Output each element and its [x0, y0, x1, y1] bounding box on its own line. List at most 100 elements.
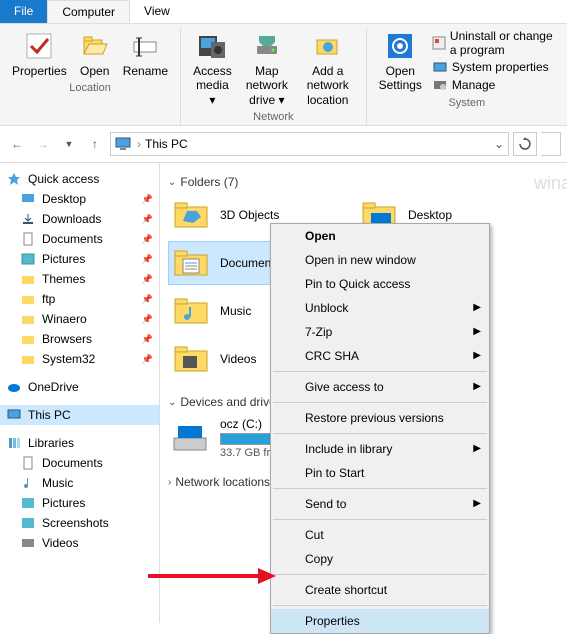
sidebar-lib-documents[interactable]: Documents [0, 453, 159, 473]
cloud-icon [6, 379, 22, 395]
ctx-crc-sha[interactable]: CRC SHA▶ [271, 344, 489, 368]
pic-icon [20, 515, 36, 531]
folder-icon [172, 293, 212, 329]
ctx-copy[interactable]: Copy [271, 547, 489, 571]
sidebar-item-desktop[interactable]: Desktop📌 [0, 189, 159, 209]
ctx-label: Open [305, 229, 336, 243]
sidebar-item-libraries[interactable]: Libraries [0, 433, 159, 453]
sidebar-item-quick-access[interactable]: Quick access [0, 169, 159, 189]
annotation-arrow [148, 566, 278, 586]
open-icon [79, 30, 111, 62]
chevron-right-icon: › [168, 477, 171, 488]
sidebar-lib-pictures[interactable]: Pictures [0, 493, 159, 513]
sb-label: ftp [42, 292, 55, 306]
up-button[interactable]: ↑ [84, 133, 106, 155]
sidebar-item-browsers[interactable]: Browsers📌 [0, 329, 159, 349]
address-bar: ← → ▼ ↑ › This PC ⌄ [0, 126, 567, 163]
add-location-button[interactable]: Add a network location [296, 28, 360, 109]
uninstall-label: Uninstall or change a program [450, 29, 557, 57]
qa-label: Quick access [28, 172, 99, 186]
sidebar-item-pictures[interactable]: Pictures📌 [0, 249, 159, 269]
sb-label: This PC [28, 408, 71, 422]
path-text: This PC [145, 137, 188, 151]
folder-label: Desktop [408, 208, 452, 222]
sb-label: Downloads [42, 212, 101, 226]
sidebar-lib-videos[interactable]: Videos [0, 533, 159, 553]
chevron-right-icon: ▶ [473, 326, 481, 337]
ctx-create-shortcut[interactable]: Create shortcut [271, 578, 489, 602]
ctx-give-access[interactable]: Give access to ▶ [271, 375, 489, 399]
ctx-include-library[interactable]: Include in library▶ [271, 437, 489, 461]
ctx-open[interactable]: Open [271, 224, 489, 248]
sidebar-item-themes[interactable]: Themes📌 [0, 269, 159, 289]
ctx-properties[interactable]: Properties [271, 609, 489, 633]
tab-file[interactable]: File [0, 0, 47, 23]
pc-icon [115, 136, 131, 152]
sidebar-item-onedrive[interactable]: OneDrive [0, 377, 159, 397]
uninstall-button[interactable]: Uninstall or change a program [428, 28, 561, 58]
group-label-location: Location [69, 82, 111, 94]
sidebar-lib-music[interactable]: Music [0, 473, 159, 493]
sb-label: System32 [42, 352, 95, 366]
separator [273, 488, 487, 489]
ribbon-group-system: Open Settings Uninstall or change a prog… [367, 28, 567, 125]
sb-label: OneDrive [28, 380, 79, 394]
ctx-cut[interactable]: Cut [271, 523, 489, 547]
ctx-pin-quick-access[interactable]: Pin to Quick access [271, 272, 489, 296]
sb-label: Videos [42, 536, 78, 550]
group-label-system: System [448, 97, 485, 109]
desktop-icon [20, 191, 36, 207]
ctx-7zip[interactable]: 7-Zip▶ [271, 320, 489, 344]
rename-button[interactable]: Rename [117, 28, 174, 80]
sidebar-item-this-pc[interactable]: This PC [0, 405, 159, 425]
ribbon-group-network: Access media ▾ Map network drive ▾ Add a… [181, 28, 367, 125]
pin-icon: 📌 [142, 274, 153, 285]
path-input[interactable]: › This PC ⌄ [110, 132, 509, 156]
folder-icon [172, 197, 212, 233]
sidebar-item-documents[interactable]: Documents📌 [0, 229, 159, 249]
map-drive-label: Map network drive ▾ [244, 64, 290, 107]
open-button[interactable]: Open [73, 28, 117, 80]
ctx-label: Give access to [305, 380, 384, 394]
forward-button[interactable]: → [32, 133, 54, 155]
folder-icon [172, 341, 212, 377]
chevron-right-icon: ▶ [473, 381, 481, 392]
map-drive-button[interactable]: Map network drive ▾ [238, 28, 296, 109]
ctx-label: Send to [305, 497, 346, 511]
folder-icon [20, 311, 36, 327]
sys-props-button[interactable]: System properties [428, 58, 561, 76]
ribbon-group-location: Properties Open Rename Location [0, 28, 181, 125]
manage-label: Manage [452, 78, 495, 92]
ctx-pin-start[interactable]: Pin to Start [271, 461, 489, 485]
tab-computer[interactable]: Computer [47, 0, 130, 23]
refresh-button[interactable] [513, 132, 537, 156]
recent-button[interactable]: ▼ [58, 133, 80, 155]
back-button[interactable]: ← [6, 133, 28, 155]
ctx-restore[interactable]: Restore previous versions [271, 406, 489, 430]
ctx-open-new-window[interactable]: Open in new window [271, 248, 489, 272]
search-input[interactable] [541, 132, 561, 156]
properties-button[interactable]: Properties [6, 28, 73, 80]
tab-view[interactable]: View [130, 0, 184, 23]
sidebar-lib-screenshots[interactable]: Screenshots [0, 513, 159, 533]
path-dropdown-icon[interactable]: ⌄ [494, 137, 504, 151]
ctx-send-to[interactable]: Send to▶ [271, 492, 489, 516]
separator [273, 605, 487, 606]
separator [273, 574, 487, 575]
sidebar-item-downloads[interactable]: Downloads📌 [0, 209, 159, 229]
media-icon [196, 30, 228, 62]
ctx-unblock[interactable]: Unblock▶ [271, 296, 489, 320]
doc-icon [20, 231, 36, 247]
pin-icon: 📌 [142, 314, 153, 325]
sidebar-item-winaero[interactable]: Winaero📌 [0, 309, 159, 329]
sidebar-item-ftp[interactable]: ftp📌 [0, 289, 159, 309]
sidebar-item-system32[interactable]: System32📌 [0, 349, 159, 369]
open-settings-label: Open Settings [379, 64, 422, 93]
pin-icon: 📌 [142, 334, 153, 345]
access-media-button[interactable]: Access media ▾ [187, 28, 238, 109]
folder-icon [172, 245, 212, 281]
manage-button[interactable]: Manage [428, 76, 561, 94]
add-location-icon [312, 30, 344, 62]
section-folders[interactable]: ⌄Folders (7) [168, 171, 559, 193]
open-settings-button[interactable]: Open Settings [373, 28, 428, 95]
